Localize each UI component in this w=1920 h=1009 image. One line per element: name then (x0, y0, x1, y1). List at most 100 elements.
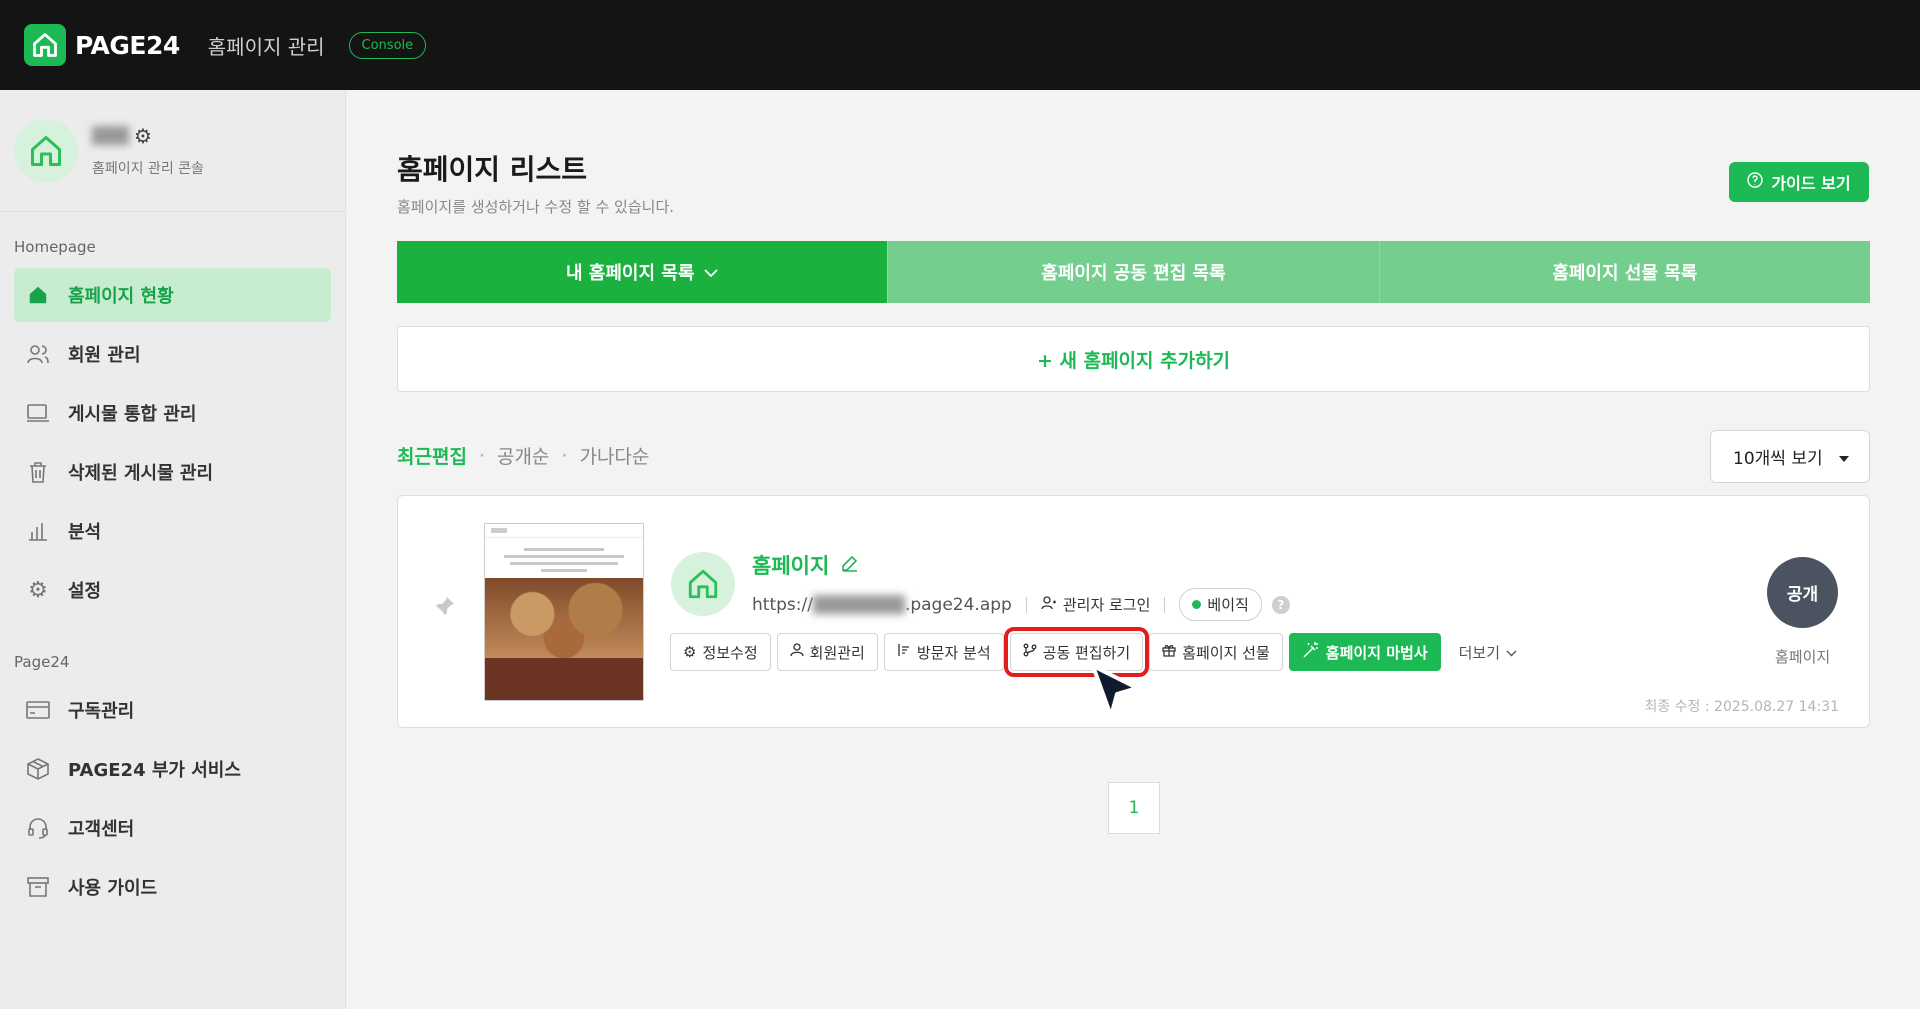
sidebar-item-homepage-status[interactable]: 홈페이지 현황 (14, 268, 331, 322)
avatar (14, 118, 78, 183)
visitor-analytics-button[interactable]: 방문자 분석 (883, 633, 1004, 671)
page24-logo-icon[interactable] (24, 24, 66, 66)
sidebar-item-customer-center[interactable]: 고객센터 (14, 801, 331, 855)
profile-name: ███ (92, 126, 129, 145)
home-icon (26, 283, 50, 307)
per-page-select[interactable]: 10개씩 보기 (1710, 430, 1870, 483)
help-circle-icon (1747, 172, 1764, 192)
guide-button[interactable]: 가이드 보기 (1729, 162, 1869, 202)
url-hidden[interactable]: ████████ (813, 595, 905, 615)
trash-icon (26, 460, 50, 484)
sidebar-item-label: 고객센터 (68, 819, 135, 840)
admin-login-label: 관리자 로그인 (1062, 596, 1151, 614)
sidebar-item-label: 분석 (68, 522, 102, 543)
publish-status-label: 홈페이지 (1775, 648, 1831, 666)
url-prefix[interactable]: https:// (752, 595, 813, 615)
sidebar-item-label: 사용 가이드 (68, 878, 158, 899)
sidebar-item-posts[interactable]: 게시물 통합 관리 (14, 386, 331, 440)
sidebar-item-deleted-posts[interactable]: 삭제된 게시물 관리 (14, 445, 331, 499)
sidebar-item-addon-services[interactable]: PAGE24 부가 서비스 (14, 742, 331, 796)
sidebar-item-label: PAGE24 부가 서비스 (68, 760, 241, 781)
plan-badge: 베이직 (1179, 588, 1262, 621)
gift-homepage-button[interactable]: 홈페이지 선물 (1149, 633, 1283, 671)
tab-co-edit-list[interactable]: 홈페이지 공동 편집 목록 (887, 241, 1379, 303)
tab-my-homepages[interactable]: 내 홈페이지 목록 (397, 241, 888, 303)
page-subtitle: 홈페이지를 생성하거나 수정 할 수 있습니다. (397, 198, 675, 216)
list-tabs: 내 홈페이지 목록 홈페이지 공동 편집 목록 홈페이지 선물 목록 (397, 241, 1870, 303)
guide-button-label: 가이드 보기 (1771, 174, 1851, 193)
app-title: 홈페이지 관리 (207, 34, 325, 59)
button-label: 홈페이지 선물 (1182, 643, 1270, 662)
gear-icon: ⚙ (683, 643, 697, 661)
archive-icon (26, 875, 50, 899)
headset-icon (26, 816, 50, 840)
url-suffix[interactable]: .page24.app (905, 595, 1012, 615)
console-badge: Console (348, 31, 427, 59)
tab-label: 내 홈페이지 목록 (565, 263, 695, 284)
profile: ███ ⚙ 홈페이지 관리 콘솔 (0, 90, 345, 212)
sidebar-item-label: 구독관리 (68, 701, 135, 722)
status-dot-icon (1192, 600, 1202, 609)
edit-info-button[interactable]: ⚙ 정보수정 (670, 633, 771, 671)
user-key-icon (1041, 595, 1057, 614)
section-label-homepage: Homepage (14, 238, 96, 256)
page-title: 홈페이지 리스트 (397, 153, 588, 186)
gear-icon: ⚙ (28, 577, 48, 603)
section-label-page24: Page24 (14, 653, 70, 671)
homepage-name[interactable]: 홈페이지 (752, 550, 829, 580)
pin-icon[interactable] (434, 595, 456, 621)
sidebar: ███ ⚙ 홈페이지 관리 콘솔 Homepage 홈페이지 현황 회원 관리 … (0, 90, 346, 1009)
sort-public[interactable]: 공개순 (497, 442, 549, 469)
edit-pencil-icon[interactable] (841, 553, 859, 577)
plan-label: 베이직 (1207, 596, 1249, 614)
member-management-button[interactable]: 회원관리 (776, 633, 878, 671)
sort-separator: · (478, 444, 485, 467)
sidebar-item-settings[interactable]: ⚙ 설정 (14, 563, 331, 617)
mouse-cursor-icon (1085, 660, 1145, 726)
top-bar: PAGE24 홈페이지 관리 Console (0, 0, 1920, 90)
sidebar-item-user-guide[interactable]: 사용 가이드 (14, 860, 331, 914)
profile-subtitle: 홈페이지 관리 콘솔 (92, 160, 204, 177)
branch-icon (1023, 643, 1037, 661)
publish-status-button[interactable]: 공개 (1767, 557, 1838, 628)
add-new-homepage-button[interactable]: + 새 홈페이지 추가하기 (397, 326, 1870, 392)
chevron-down-icon (1506, 643, 1517, 661)
site-logo (671, 552, 735, 616)
help-icon[interactable]: ? (1271, 595, 1290, 614)
sidebar-item-label: 홈페이지 현황 (68, 286, 174, 307)
gift-icon (1162, 643, 1176, 661)
logo-text[interactable]: PAGE24 (75, 31, 180, 60)
sidebar-item-analytics[interactable]: 분석 (14, 504, 331, 558)
users-icon (26, 342, 50, 366)
sidebar-item-subscription[interactable]: 구독관리 (14, 683, 331, 737)
sidebar-item-members[interactable]: 회원 관리 (14, 327, 331, 381)
more-label: 더보기 (1458, 643, 1501, 662)
sort-options: 최근편집 · 공개순 · 가나다순 (397, 442, 649, 469)
caret-down-icon (1839, 447, 1849, 467)
last-modified: 최종 수정 : 2025.08.27 14:31 (1644, 699, 1839, 715)
tab-gift-list[interactable]: 홈페이지 선물 목록 (1378, 241, 1870, 303)
admin-login-link[interactable]: 관리자 로그인 (1041, 594, 1151, 615)
sidebar-item-label: 게시물 통합 관리 (68, 404, 197, 425)
user-icon (790, 643, 804, 661)
analytics-icon (897, 643, 911, 661)
profile-settings-gear-icon[interactable]: ⚙ (134, 124, 152, 148)
sort-recent-edit[interactable]: 최근편집 (397, 442, 467, 469)
sort-separator: · (561, 444, 568, 467)
card-icon (26, 698, 50, 722)
sort-alphabetical[interactable]: 가나다순 (579, 442, 649, 469)
pagination-page-1[interactable]: 1 (1108, 782, 1160, 834)
box-icon (26, 757, 50, 781)
more-button[interactable]: 더보기 (1459, 642, 1517, 663)
tab-label: 홈페이지 선물 목록 (1552, 263, 1698, 284)
monitor-icon (26, 401, 50, 425)
tab-label: 홈페이지 공동 편집 목록 (1041, 263, 1226, 284)
button-label: 정보수정 (702, 643, 758, 662)
button-label: 홈페이지 마법사 (1325, 643, 1428, 662)
homepage-thumbnail[interactable] (484, 523, 644, 701)
homepage-wizard-button[interactable]: 홈페이지 마법사 (1288, 633, 1441, 671)
button-label: 방문자 분석 (916, 643, 991, 662)
sidebar-item-label: 설정 (68, 581, 102, 602)
per-page-value: 10개씩 보기 (1733, 449, 1823, 469)
sidebar-item-label: 삭제된 게시물 관리 (68, 463, 214, 484)
